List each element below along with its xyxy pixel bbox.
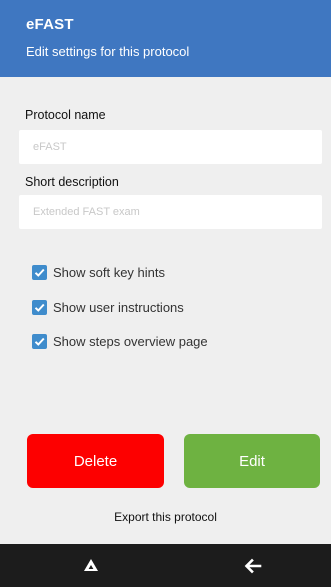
option-soft-key-hints[interactable]: Show soft key hints [32, 262, 165, 282]
checkbox-checked-icon[interactable] [32, 299, 47, 315]
protocol-name-label: Protocol name [25, 108, 106, 122]
short-description-input[interactable] [19, 195, 322, 229]
system-nav-bar [0, 544, 331, 587]
option-label: Show steps overview page [53, 333, 208, 349]
short-description-label: Short description [25, 175, 119, 189]
back-arrow-icon[interactable] [243, 556, 263, 576]
checkbox-checked-icon[interactable] [32, 333, 47, 349]
app-header: eFAST Edit settings for this protocol [0, 0, 331, 77]
triangle-home-icon[interactable] [81, 556, 101, 576]
protocol-name-input[interactable] [19, 130, 322, 164]
page-title: eFAST [26, 16, 74, 33]
option-user-instructions[interactable]: Show user instructions [32, 297, 184, 317]
edit-button[interactable]: Edit [184, 434, 320, 488]
option-steps-overview[interactable]: Show steps overview page [32, 331, 208, 351]
delete-button[interactable]: Delete [27, 434, 164, 488]
option-label: Show soft key hints [53, 264, 165, 280]
option-label: Show user instructions [53, 299, 184, 315]
page-subtitle: Edit settings for this protocol [26, 44, 190, 59]
checkbox-checked-icon[interactable] [32, 264, 47, 280]
export-protocol-link[interactable]: Export this protocol [0, 510, 331, 524]
protocol-settings-screen: eFAST Edit settings for this protocol Pr… [0, 0, 331, 587]
